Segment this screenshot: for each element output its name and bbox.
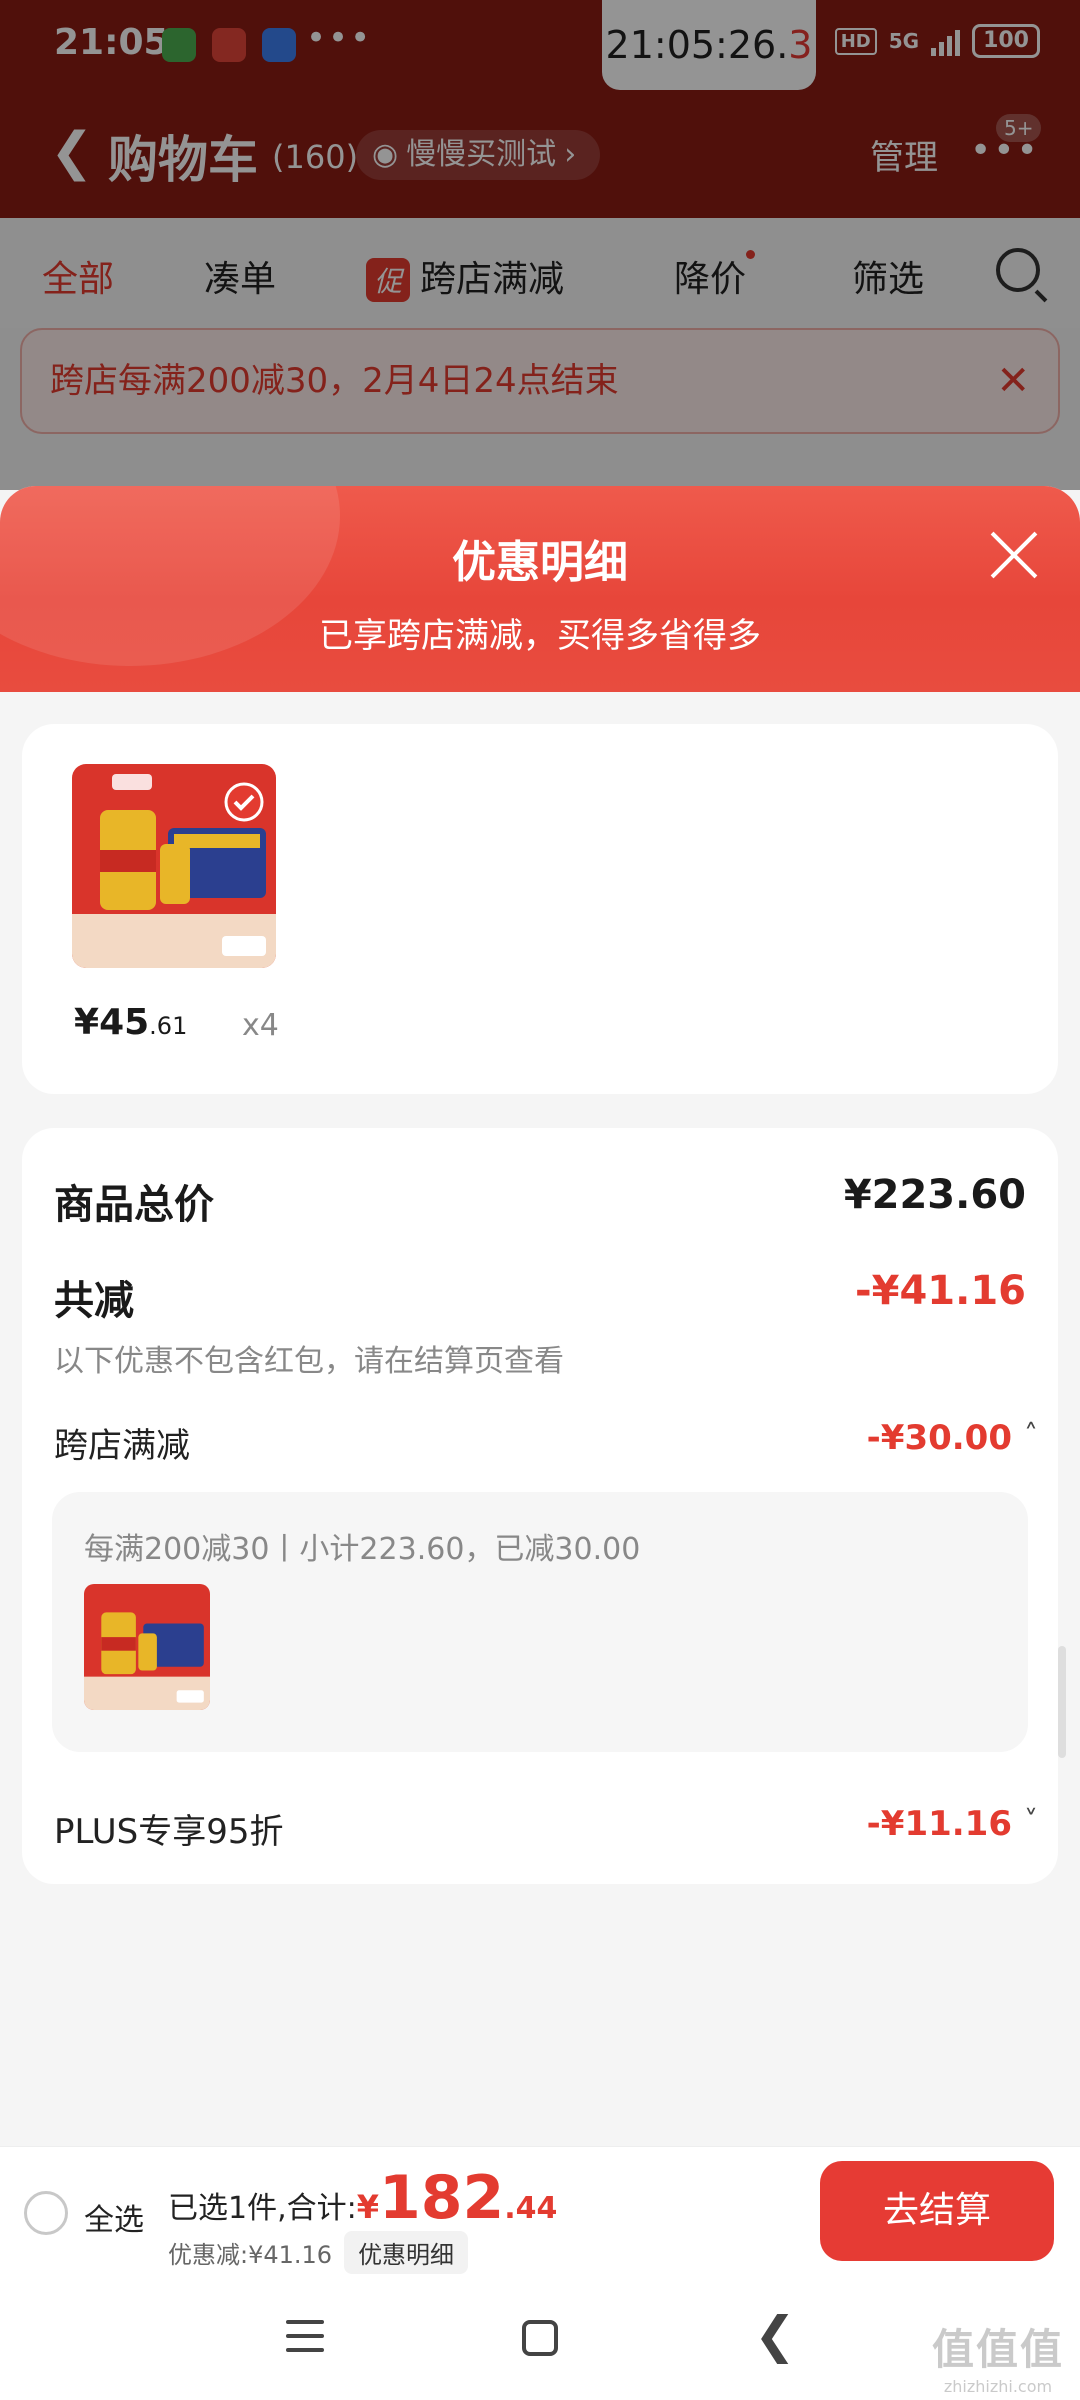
- total-summary: 已选1件,合计:¥182.44: [168, 2163, 557, 2233]
- sheet-subtitle: 已享跨店满减，买得多省得多: [319, 616, 761, 656]
- back-icon[interactable]: ❮: [754, 2306, 796, 2364]
- checkout-button[interactable]: 去结算: [820, 2161, 1054, 2261]
- price-currency: ¥: [74, 1002, 100, 1043]
- total-row: 商品总价 ¥223.60: [54, 1172, 1026, 1230]
- checkout-bar: 全选 已选1件,合计:¥182.44 优惠减:¥41.16 优惠明细 去结算: [0, 2146, 1080, 2276]
- cross-store-detail: 每满200减30丨小计223.60，已减30.00: [52, 1492, 1028, 1752]
- sheet-title: 优惠明细: [452, 537, 628, 588]
- chevron-down-icon: ˅: [1024, 1804, 1038, 1837]
- discount-amount: 优惠减:¥41.16: [168, 2241, 333, 2269]
- home-icon[interactable]: [522, 2320, 558, 2356]
- energy-drink-product-icon: [72, 764, 276, 968]
- energy-drink-thumbnail-icon: [84, 1584, 210, 1710]
- watermark-logo: 值值值: [931, 2325, 1064, 2374]
- cross-store-rule: 每满200减30丨小计223.60，已减30.00: [84, 1532, 641, 1567]
- cross-store-row[interactable]: 跨店满减 -¥30.00 ˄: [54, 1418, 1038, 1467]
- watermark-url: zhizhizhi.com: [943, 2377, 1053, 2396]
- total-decimal: .44: [504, 2191, 558, 2226]
- system-navigation: ❮: [0, 2276, 1080, 2400]
- price-integer: 45: [99, 1002, 150, 1043]
- product-thumbnail[interactable]: [84, 1584, 210, 1710]
- discount-value: -¥41.16: [855, 1268, 1026, 1314]
- cross-store-label: 跨店满减: [54, 1426, 190, 1466]
- total-currency: ¥: [356, 2188, 379, 2226]
- watermark: 值值值 zhizhizhi.com: [932, 2316, 1064, 2396]
- price-decimal: .61: [149, 1012, 188, 1040]
- total-value: ¥223.60: [843, 1172, 1026, 1218]
- discount-hint: 以下优惠不包含红包，请在结算页查看: [54, 1344, 564, 1379]
- close-icon[interactable]: [988, 530, 1038, 580]
- cross-store-value: -¥30.00: [866, 1418, 1012, 1458]
- selected-count: 已选1件,合计:: [168, 2191, 357, 2226]
- product-image[interactable]: [72, 764, 276, 968]
- product-quantity: x4: [242, 1008, 279, 1043]
- plus-discount-value: -¥11.16: [866, 1804, 1012, 1844]
- menu-icon[interactable]: [286, 2320, 324, 2362]
- select-all-checkbox[interactable]: [24, 2191, 68, 2235]
- discount-detail-button[interactable]: 优惠明细: [344, 2231, 469, 2274]
- total-integer: 182: [379, 2163, 505, 2233]
- product-card: ¥45.61 x4: [22, 724, 1058, 1094]
- select-all-label[interactable]: 全选: [84, 2195, 144, 2239]
- discount-detail-sheet: 优惠明细 已享跨店满减，买得多省得多 ¥45.61 x4 商品总价 ¥223.6…: [0, 486, 1080, 2400]
- discount-label: 共减: [54, 1278, 134, 1324]
- total-label: 商品总价: [54, 1182, 214, 1228]
- product-price: ¥45.61: [74, 1002, 187, 1043]
- sheet-header: 优惠明细 已享跨店满减，买得多省得多: [0, 486, 1080, 692]
- discount-row: 共减 -¥41.16: [54, 1268, 1026, 1326]
- modal-overlay[interactable]: [0, 0, 1080, 490]
- chevron-up-icon: ˄: [1024, 1418, 1038, 1451]
- plus-discount-row[interactable]: PLUS专享95折 -¥11.16 ˅: [54, 1804, 1038, 1853]
- discount-summary-card: 商品总价 ¥223.60 共减 -¥41.16 以下优惠不包含红包，请在结算页查…: [22, 1128, 1058, 1884]
- discount-line: 优惠减:¥41.16 优惠明细: [168, 2231, 469, 2274]
- plus-discount-label: PLUS专享95折: [54, 1812, 284, 1852]
- scrollbar[interactable]: [1058, 1646, 1066, 1758]
